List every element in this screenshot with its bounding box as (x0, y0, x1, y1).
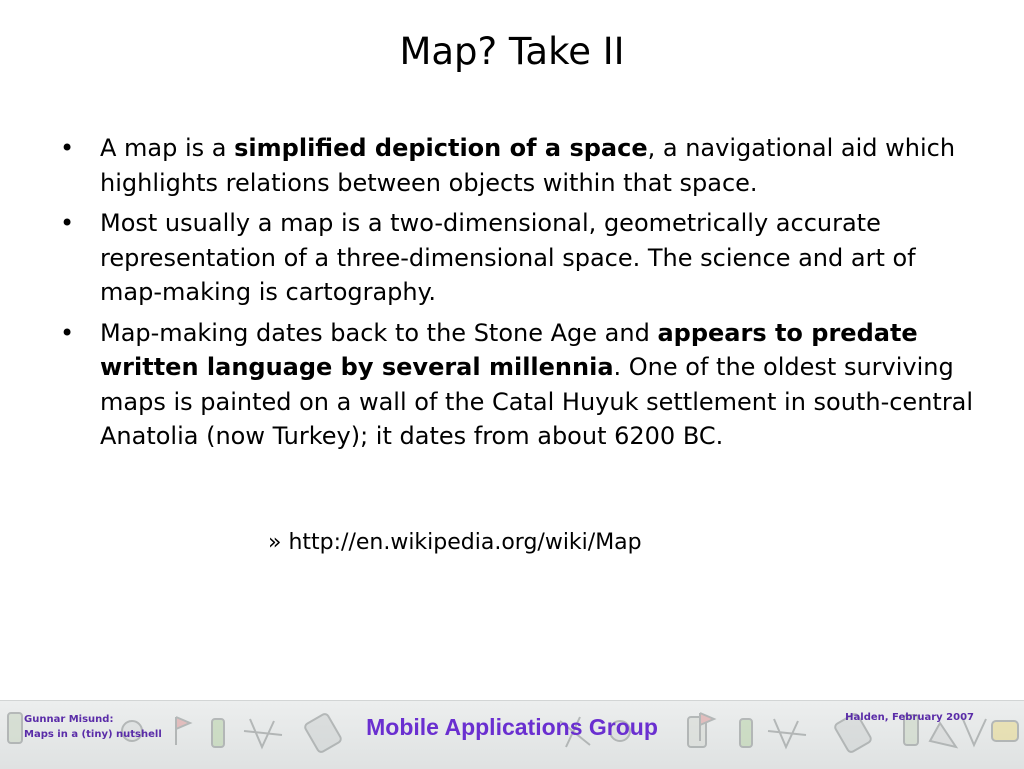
slide-title: Map? Take II (399, 30, 625, 73)
bullet-item-map-definition: • A map is a simplified depiction of a s… (58, 131, 978, 200)
bullet-marker: • (60, 209, 75, 237)
bullet-text: Map-making dates back to the Stone Age a… (100, 318, 658, 347)
source-link[interactable]: » http://en.wikipedia.org/wiki/Map (268, 527, 642, 559)
footer-date: Halden, February 2007 (845, 712, 974, 723)
bullet-item-history: • Map-making dates back to the Stone Age… (58, 316, 978, 454)
bullet-text: Most usually a map is a two-dimensional,… (100, 209, 916, 306)
bullet-item-cartography: • Most usually a map is a two-dimensiona… (58, 206, 978, 310)
bullet-marker: • (60, 318, 75, 347)
bullet-marker: • (60, 134, 75, 162)
bullet-text: A map is a (100, 134, 235, 162)
bullet-list: • A map is a simplified depiction of a s… (58, 131, 978, 460)
footer-bar: Gunnar Misund: Maps in a (tiny) nutshell… (0, 700, 1024, 769)
bullet-emphasis: simplified depiction of a space (234, 134, 648, 162)
